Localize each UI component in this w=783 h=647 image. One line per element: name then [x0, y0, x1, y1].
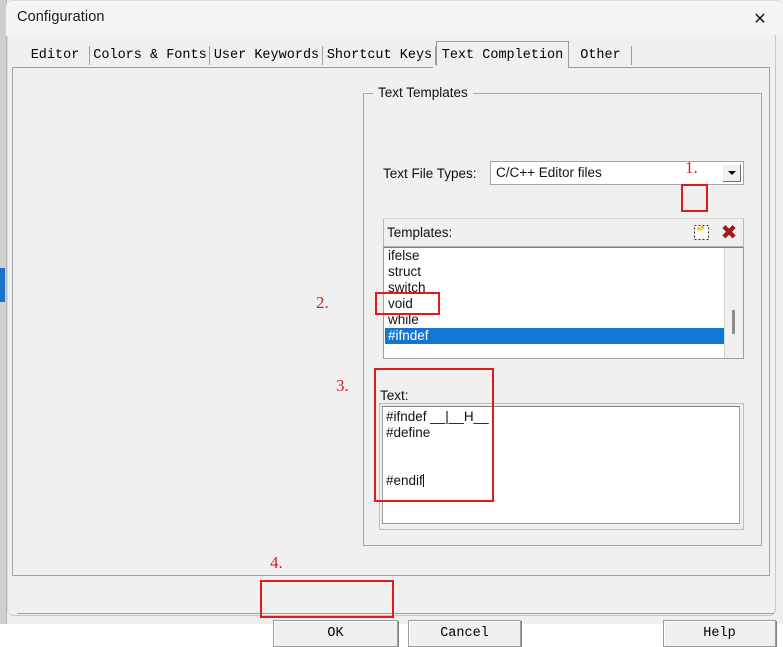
tab-shortcut-keys[interactable]: Shortcut Keys: [323, 43, 436, 67]
tab-panel-mask: [433, 66, 565, 69]
text-templates-groupbox-title: Text Templates: [373, 85, 473, 100]
help-button[interactable]: Help: [663, 620, 776, 647]
tab-label: Text Completion: [441, 47, 564, 63]
text-editor-line: #define: [386, 425, 431, 440]
tab-label: User Keywords: [213, 47, 320, 63]
bottom-separator: [17, 613, 774, 614]
text-editor-input[interactable]: #ifndef __|__H__ #define #endif: [382, 406, 740, 524]
tab-other[interactable]: Other: [569, 43, 632, 67]
title-bar: Configuration ✕: [6, 0, 783, 36]
cancel-button[interactable]: Cancel: [408, 620, 521, 647]
text-editor-line: #endif: [386, 473, 423, 488]
text-file-types-label: Text File Types:: [383, 166, 477, 181]
delete-x-icon[interactable]: ✖: [718, 221, 740, 243]
templates-list-items: ifelse struct switch void while: [385, 248, 723, 328]
list-item[interactable]: switch: [385, 280, 723, 296]
templates-label: Templates:: [387, 225, 453, 240]
tab-editor[interactable]: Editor: [20, 43, 90, 67]
background-window-edge: [0, 0, 7, 624]
tab-colors-and-fonts[interactable]: Colors & Fonts: [90, 43, 210, 67]
text-editor-label: Text:: [380, 388, 409, 403]
text-file-types-combobox[interactable]: C/C++ Editor files: [490, 161, 744, 185]
text-editor-line: [386, 441, 739, 457]
text-editor-line: [386, 457, 739, 473]
list-item-selected[interactable]: #ifndef: [385, 328, 726, 344]
list-item[interactable]: while: [385, 312, 723, 328]
dialog-client-area: Editor Colors & Fonts User Keywords Shor…: [7, 35, 776, 647]
tab-separator: [631, 46, 632, 65]
tab-text-completion[interactable]: Text Completion: [436, 41, 569, 68]
list-item[interactable]: void: [385, 296, 723, 312]
ok-button[interactable]: OK: [273, 620, 398, 647]
configuration-dialog: Configuration ✕ Editor Colors & Fonts Us…: [0, 0, 783, 647]
list-scrollbar-thumb[interactable]: [732, 310, 735, 334]
tab-label: Other: [580, 47, 621, 63]
text-editor-line: #ifndef __|__H__: [386, 409, 489, 424]
tab-user-keywords[interactable]: User Keywords: [210, 43, 323, 67]
text-caret: [422, 474, 424, 487]
list-item[interactable]: ifelse: [385, 248, 723, 264]
close-icon[interactable]: ✕: [737, 1, 783, 36]
text-file-types-value: C/C++ Editor files: [496, 165, 602, 180]
tab-label: Shortcut Keys: [326, 47, 433, 63]
background-window-accent: [0, 268, 5, 302]
list-scrollbar[interactable]: [724, 248, 743, 358]
chevron-down-icon[interactable]: [722, 164, 741, 182]
tab-strip: Editor Colors & Fonts User Keywords Shor…: [16, 41, 768, 68]
tab-label: Editor: [30, 47, 80, 63]
text-editor-line-with-caret: #endif: [386, 473, 739, 489]
window-title: Configuration: [17, 9, 105, 25]
templates-listbox[interactable]: ifelse struct switch void while #ifndef: [383, 247, 744, 359]
new-template-icon-svg: [694, 225, 709, 240]
new-template-icon[interactable]: [691, 222, 712, 243]
tab-label: Colors & Fonts: [93, 47, 207, 63]
list-item[interactable]: struct: [385, 264, 723, 280]
